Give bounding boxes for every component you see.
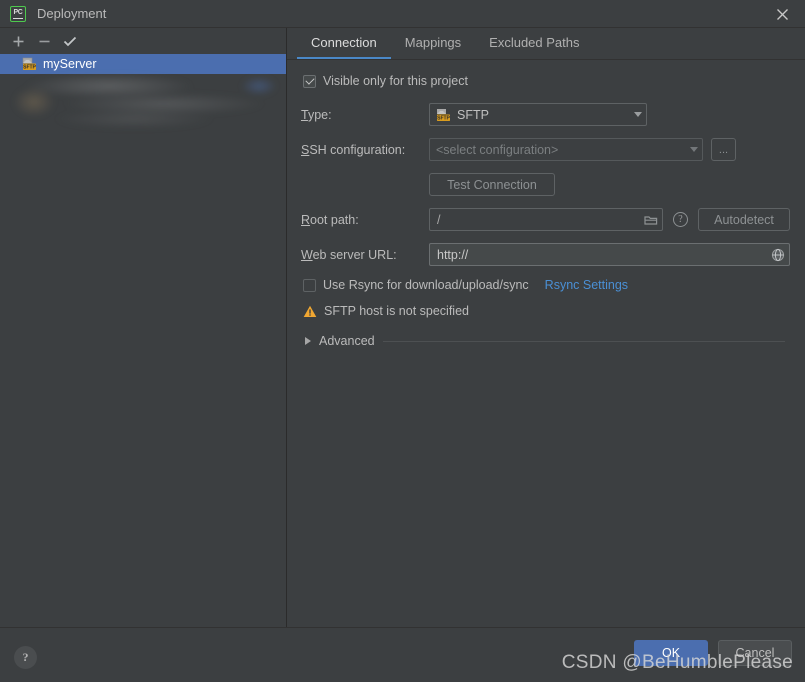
folder-icon[interactable]	[644, 214, 658, 226]
rsync-settings-link[interactable]: Rsync Settings	[545, 278, 628, 292]
deployment-dialog: PC Deployment SFTP myServer Connection M…	[0, 0, 805, 682]
test-connection-button[interactable]: Test Connection	[429, 173, 555, 196]
list-item-label: myServer	[43, 57, 97, 71]
web-server-url-row: Web server URL: http://	[301, 243, 805, 266]
visible-only-checkbox[interactable]	[303, 74, 316, 88]
globe-icon[interactable]	[771, 248, 785, 262]
ssh-configuration-row: SSH configuration: <select configuration…	[301, 138, 805, 161]
cancel-button[interactable]: Cancel	[718, 640, 792, 666]
advanced-divider	[382, 340, 785, 342]
server-list-toolbar	[0, 28, 286, 54]
connection-form: Visible only for this project Type: SFTP	[287, 60, 805, 627]
ssh-browse-button[interactable]: ...	[711, 138, 736, 161]
tab-mappings-label: Mappings	[404, 35, 462, 50]
dialog-action-buttons: OK Cancel	[634, 640, 792, 666]
tab-excluded-paths[interactable]: Excluded Paths	[475, 28, 593, 59]
dialog-body: SFTP myServer Connection Mappings Exclud…	[0, 28, 805, 628]
cancel-button-label: Cancel	[735, 646, 775, 660]
tab-excluded-paths-label: Excluded Paths	[489, 35, 580, 50]
type-label: Type:	[301, 107, 332, 122]
server-list-panel: SFTP myServer	[0, 28, 287, 627]
rsync-checkbox[interactable]	[303, 278, 316, 292]
server-list: SFTP myServer	[0, 54, 286, 627]
chevron-right-icon[interactable]	[305, 337, 311, 345]
add-server-button[interactable]	[5, 29, 31, 53]
autodetect-label: Autodetect	[714, 212, 774, 227]
type-combobox[interactable]: SFTP SFTP	[429, 103, 647, 126]
warning-triangle-icon	[303, 305, 317, 318]
sftp-icon: SFTP	[436, 108, 451, 122]
warning-row: SFTP host is not specified	[303, 304, 805, 318]
pycharm-icon: PC	[10, 5, 26, 22]
autodetect-button[interactable]: Autodetect	[698, 208, 790, 231]
web-server-url-label: Web server URL:	[301, 247, 397, 262]
rsync-label: Use Rsync for download/upload/sync	[323, 278, 529, 292]
tab-connection-label: Connection	[311, 35, 377, 50]
root-path-input[interactable]: /	[429, 208, 663, 231]
ok-button-label: OK	[661, 646, 681, 660]
sftp-server-icon: SFTP	[22, 57, 37, 71]
tab-mappings[interactable]: Mappings	[391, 28, 475, 59]
test-connection-row: Test Connection	[301, 173, 805, 196]
root-path-value: /	[437, 212, 441, 227]
root-path-row: Root path: / ? Autodetect	[301, 208, 805, 231]
ssh-configuration-label: SSH configuration:	[301, 142, 406, 157]
chevron-down-icon	[634, 112, 642, 117]
type-value: SFTP	[457, 107, 489, 122]
warning-text: SFTP host is not specified	[324, 304, 469, 318]
visible-only-label: Visible only for this project	[323, 74, 468, 88]
window-title: Deployment	[37, 6, 107, 21]
type-row: Type: SFTP SFTP	[301, 103, 805, 126]
web-server-url-value: http://	[437, 247, 469, 262]
selection-edge	[282, 54, 286, 74]
advanced-section: Advanced	[301, 334, 805, 348]
visible-only-row[interactable]: Visible only for this project	[303, 74, 805, 88]
title-bar: PC Deployment	[0, 0, 805, 28]
remove-server-button[interactable]	[31, 29, 57, 53]
pycharm-icon-text: PC	[13, 9, 23, 16]
ssh-configuration-value: <select configuration>	[436, 142, 559, 157]
help-button-label: ?	[22, 650, 29, 664]
chevron-down-icon	[690, 147, 698, 152]
help-button[interactable]: ?	[14, 646, 37, 669]
advanced-label[interactable]: Advanced	[319, 334, 375, 348]
ok-button[interactable]: OK	[634, 640, 708, 666]
close-icon[interactable]	[759, 0, 805, 28]
list-item[interactable]: SFTP myServer	[0, 54, 286, 74]
ssh-browse-label: ...	[718, 143, 729, 156]
connection-panel: Connection Mappings Excluded Paths Visib…	[287, 28, 805, 627]
tab-connection[interactable]: Connection	[297, 28, 391, 59]
rsync-row: Use Rsync for download/upload/sync Rsync…	[303, 278, 805, 292]
ssh-configuration-combobox[interactable]: <select configuration>	[429, 138, 703, 161]
svg-text:SFTP: SFTP	[437, 115, 450, 121]
root-path-help-icon[interactable]: ?	[673, 212, 688, 227]
root-path-label: Root path:	[301, 212, 359, 227]
set-default-button[interactable]	[57, 29, 83, 53]
svg-text:SFTP: SFTP	[23, 65, 36, 71]
redaction-smudge	[14, 74, 276, 129]
test-connection-label: Test Connection	[447, 177, 537, 192]
web-server-url-input[interactable]: http://	[429, 243, 790, 266]
tab-bar: Connection Mappings Excluded Paths	[287, 28, 805, 60]
